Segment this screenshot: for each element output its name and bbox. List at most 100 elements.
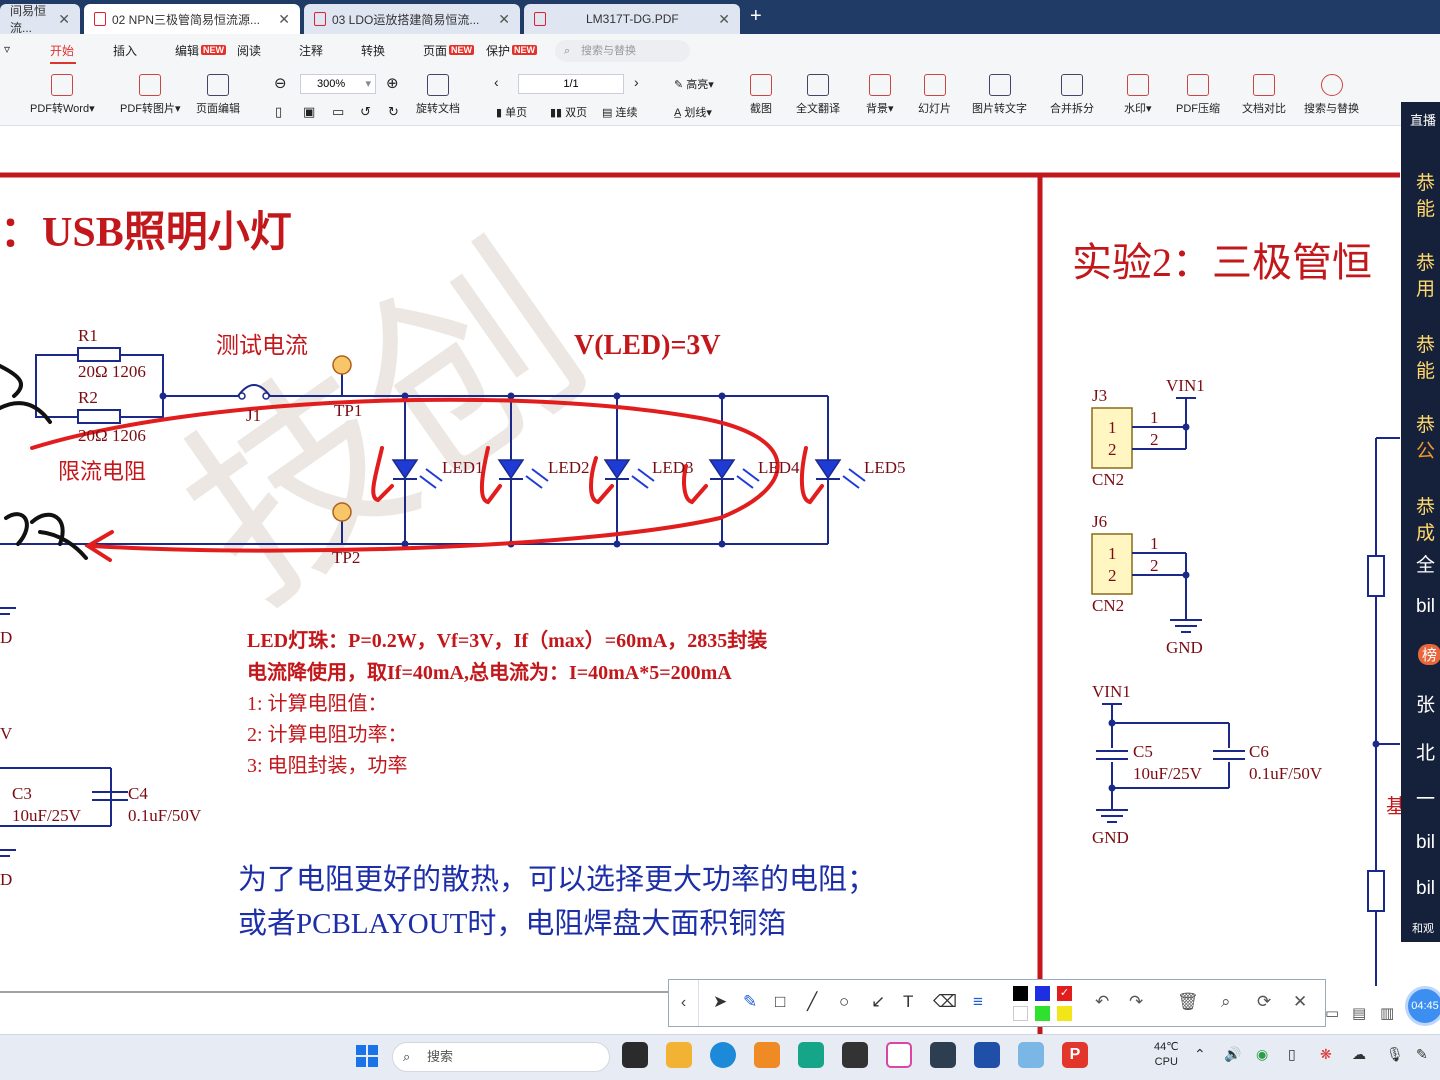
underline-button[interactable]: A̲ 划线▾ xyxy=(674,104,712,120)
menu-protect[interactable]: 保护 NEW xyxy=(486,42,538,59)
background-button[interactable]: 背景▾ xyxy=(866,74,894,116)
add-tab-icon[interactable]: + xyxy=(750,5,762,28)
notes-icon[interactable] xyxy=(974,1042,1000,1068)
menu-page[interactable]: 页面 NEW xyxy=(423,42,475,59)
page-edit-button[interactable]: 页面编辑 xyxy=(196,74,240,116)
task-view-icon[interactable] xyxy=(622,1042,648,1068)
color-swatch-black[interactable] xyxy=(1013,986,1028,1001)
pen-tray-icon[interactable]: ✎ xyxy=(1416,1046,1428,1063)
pdf-to-image-button[interactable]: PDF转图片▾ xyxy=(120,74,181,116)
color-swatch-red[interactable]: ✓ xyxy=(1057,986,1072,1001)
undo-icon[interactable]: ↶ xyxy=(1095,992,1109,1012)
compare-button[interactable]: 文档对比 xyxy=(1242,74,1286,116)
color-swatch-yellow[interactable] xyxy=(1057,1006,1072,1021)
actual-size-icon[interactable]: ▭ xyxy=(332,104,344,120)
translate-button[interactable]: 全文翻译 xyxy=(796,74,840,116)
fit-page-icon[interactable]: ▣ xyxy=(303,104,315,120)
tp2-label: TP2 xyxy=(332,548,361,567)
timer-bubble[interactable]: 04:45 xyxy=(1405,986,1440,1026)
tab-3[interactable]: 03 LDO运放搭建简易恒流... ✕ xyxy=(304,4,520,34)
chevron-down-icon[interactable]: ▿ xyxy=(4,42,10,56)
cpu-temperature-widget[interactable]: 44℃ CPU xyxy=(1154,1040,1179,1070)
game-controller-icon[interactable] xyxy=(842,1042,868,1068)
line-icon[interactable]: ╱ xyxy=(807,992,817,1012)
zoom-in-icon[interactable]: ⊕ xyxy=(386,74,399,92)
menu-edit[interactable]: 编辑 NEW xyxy=(175,42,227,59)
menu-insert[interactable]: 插入 xyxy=(113,42,137,59)
volume-icon[interactable]: 🔊 xyxy=(1224,1046,1241,1063)
pen-icon[interactable]: ✎ xyxy=(743,992,757,1012)
fit-icon[interactable]: ▯ xyxy=(275,104,282,120)
circle-icon[interactable]: ○ xyxy=(839,992,849,1012)
search-input[interactable]: ⌕ 搜索与替换 xyxy=(555,40,690,62)
media-app-icon[interactable] xyxy=(1018,1042,1044,1068)
c6-label: C6 xyxy=(1249,742,1269,761)
close-icon[interactable]: ✕ xyxy=(1293,992,1307,1012)
book-view-icon[interactable]: ▥ xyxy=(1380,1004,1394,1022)
redo-icon[interactable]: ↷ xyxy=(1129,992,1143,1012)
search-replace-button[interactable]: 搜索与替换 xyxy=(1304,74,1359,116)
tray-chevron-icon[interactable]: ⌃ xyxy=(1194,1046,1206,1063)
single-page-button[interactable]: ▮ 单页 xyxy=(496,104,527,120)
color-swatch-blue[interactable] xyxy=(1035,986,1050,1001)
photos-icon[interactable] xyxy=(886,1042,912,1068)
rotate-right-icon[interactable]: ↻ xyxy=(388,104,399,120)
image-to-text-button[interactable]: 图片转文字 xyxy=(972,74,1027,116)
diagram-app-icon[interactable] xyxy=(798,1042,824,1068)
pdf-compress-button[interactable]: PDF压缩 xyxy=(1176,74,1220,116)
tab-1[interactable]: 间易恒流... ✕ xyxy=(0,4,80,35)
continuous-button[interactable]: ▤ 连续 xyxy=(602,104,637,120)
security-icon[interactable]: ◉ xyxy=(1256,1046,1268,1063)
highlight-button[interactable]: ✎ 高亮▾ xyxy=(674,76,714,92)
delete-icon[interactable]: 🗑 xyxy=(1177,992,1199,1012)
screenshot-button[interactable]: 截图 xyxy=(750,74,772,116)
file-explorer-icon[interactable] xyxy=(666,1042,692,1068)
text-icon[interactable]: T xyxy=(903,992,913,1012)
tab-2[interactable]: 02 NPN三极管简易恒流源... ✕ xyxy=(84,4,300,34)
merge-split-button[interactable]: 合并拆分 xyxy=(1050,74,1094,116)
compress-icon xyxy=(1187,74,1209,96)
double-page-button[interactable]: ▮▮ 双页 xyxy=(550,104,587,120)
watermark-button[interactable]: 水印▾ xyxy=(1124,74,1152,116)
close-icon[interactable]: ✕ xyxy=(58,11,70,28)
app-tray-icon[interactable]: ❋ xyxy=(1320,1046,1332,1063)
document-view-icon[interactable]: ▤ xyxy=(1352,1004,1366,1022)
zoom-icon[interactable]: ⌕ xyxy=(1221,992,1231,1012)
menu-read[interactable]: 阅读 xyxy=(237,42,261,59)
prev-page-icon[interactable]: ‹ xyxy=(494,74,499,90)
taskbar-search-input[interactable]: ⌕ 搜索 xyxy=(392,1042,610,1072)
menu-annotate[interactable]: 注释 xyxy=(299,42,323,59)
usb-icon[interactable]: ▯ xyxy=(1288,1046,1296,1063)
page-input[interactable]: 1/1 xyxy=(518,74,624,94)
pointer-icon[interactable]: ➤ xyxy=(713,992,727,1012)
zoom-input[interactable]: 300% ▾ xyxy=(300,74,376,94)
close-icon[interactable]: ✕ xyxy=(278,11,290,28)
pdf-reader-icon[interactable]: P xyxy=(1062,1042,1088,1068)
rotate-left-icon[interactable]: ↺ xyxy=(360,104,371,120)
collapse-icon[interactable]: ‹ xyxy=(669,980,699,1026)
tab-4[interactable]: LM317T-DG.PDF ✕ xyxy=(524,4,740,34)
close-icon[interactable]: ✕ xyxy=(498,11,510,28)
edge-browser-icon[interactable] xyxy=(710,1042,736,1068)
pdf-to-word-button[interactable]: PDF转Word▾ xyxy=(30,74,95,116)
next-page-icon[interactable]: › xyxy=(634,74,639,90)
page-view-icon[interactable]: ▭ xyxy=(1325,1004,1339,1022)
network-icon[interactable]: ☁ xyxy=(1352,1046,1366,1063)
windows-start-icon[interactable] xyxy=(356,1045,378,1067)
refresh-icon[interactable]: ⟳ xyxy=(1257,992,1271,1012)
menu-convert[interactable]: 转换 xyxy=(361,42,385,59)
close-icon[interactable]: ✕ xyxy=(718,11,730,28)
chat-app-icon[interactable] xyxy=(754,1042,780,1068)
slideshow-button[interactable]: 幻灯片 xyxy=(918,74,951,116)
menu-start[interactable]: 开始 xyxy=(50,42,74,59)
color-swatch-green[interactable] xyxy=(1035,1006,1050,1021)
zoom-out-icon[interactable]: ⊖ xyxy=(274,74,287,92)
line-weight-icon[interactable]: ≡ xyxy=(973,992,983,1012)
color-swatch-white[interactable] xyxy=(1013,1006,1028,1021)
pcb-tool-icon[interactable] xyxy=(930,1042,956,1068)
rotate-doc-button[interactable]: 旋转文档 xyxy=(416,74,460,116)
eraser-icon[interactable]: ⌫ xyxy=(933,992,957,1012)
rectangle-icon[interactable]: □ xyxy=(775,992,785,1012)
microphone-icon[interactable]: 🎙 xyxy=(1386,1046,1404,1063)
arrow-icon[interactable]: ↙ xyxy=(871,992,885,1012)
